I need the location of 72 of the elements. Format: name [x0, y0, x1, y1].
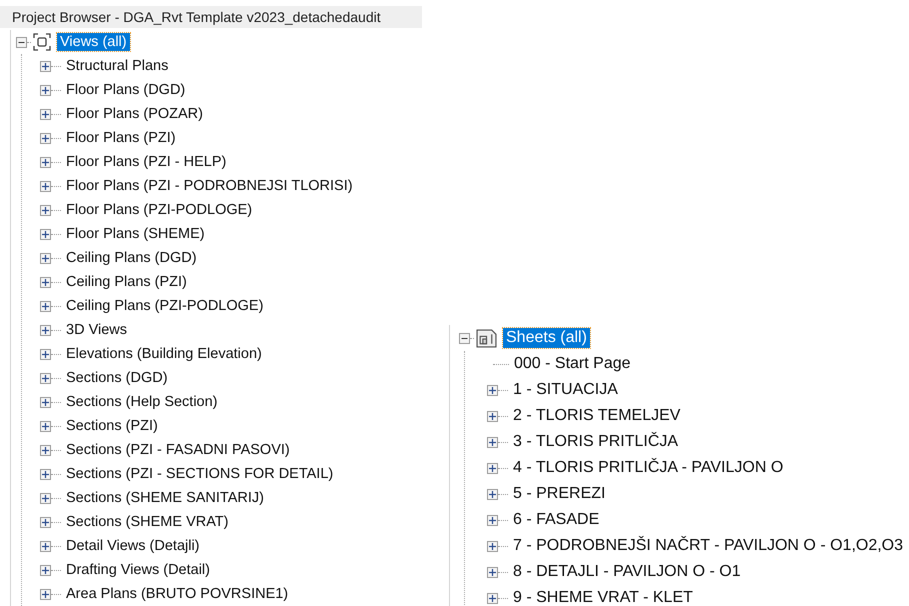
window-title: Project Browser - DGA_Rvt Template v2023_detachedaudit	[0, 6, 422, 28]
tree-item[interactable]: Floor Plans (POZAR)	[63, 105, 206, 123]
tree-item[interactable]: Ceiling Plans (DGD)	[63, 249, 200, 267]
expand-icon[interactable]	[487, 488, 498, 500]
tree-item[interactable]: Floor Plans (PZI - HELP)	[63, 153, 230, 171]
expand-icon[interactable]	[487, 566, 498, 578]
expand-icon[interactable]	[40, 156, 51, 168]
expand-icon[interactable]	[40, 420, 51, 432]
expand-icon[interactable]	[487, 462, 498, 474]
tree-item[interactable]: Floor Plans (PZI - PODROBNEJSI TLORISI)	[63, 177, 356, 195]
collapse-icon[interactable]	[16, 36, 27, 48]
collapse-icon[interactable]	[459, 332, 470, 344]
sheet-icon	[476, 328, 497, 348]
frame-icon	[33, 33, 51, 51]
expand-icon[interactable]	[40, 204, 51, 216]
tree-item[interactable]: 9 - SHEME VRAT - KLET	[510, 588, 696, 606]
tree-item[interactable]: 1 - SITUACIJA	[510, 380, 621, 400]
expand-icon[interactable]	[487, 410, 498, 422]
tree-item[interactable]: Ceiling Plans (PZI)	[63, 273, 190, 291]
tree-item[interactable]: 8 - DETAJLI - PAVILJON O - O1	[510, 562, 744, 582]
tree-item[interactable]: Sections (PZI - FASADNI PASOVI)	[63, 441, 293, 459]
tree-item[interactable]: 7 - PODROBNEJŠI NAČRT - PAVILJON O - O1,O2,O3	[510, 536, 906, 556]
expand-icon[interactable]	[40, 396, 51, 408]
expand-icon[interactable]	[40, 468, 51, 480]
tree-item[interactable]: Sections (PZI)	[63, 417, 161, 435]
tree-item[interactable]: 2 - TLORIS TEMELJEV	[510, 406, 684, 426]
expand-icon[interactable]	[487, 384, 498, 396]
tree-item[interactable]: Sheets (all)	[503, 328, 590, 348]
expand-icon[interactable]	[40, 588, 51, 600]
tree-item[interactable]: Floor Plans (SHEME)	[63, 225, 208, 243]
expand-icon[interactable]	[40, 372, 51, 384]
tree-item[interactable]: Elevations (Building Elevation)	[63, 345, 265, 363]
expand-icon[interactable]	[40, 180, 51, 192]
tree-item[interactable]: Structural Plans	[63, 57, 172, 75]
expand-icon[interactable]	[40, 348, 51, 360]
expand-icon[interactable]	[487, 540, 498, 552]
expand-icon[interactable]	[40, 84, 51, 96]
tree-item[interactable]: 6 - FASADE	[510, 510, 602, 530]
expand-icon[interactable]	[40, 252, 51, 264]
tree-item[interactable]: Views (all)	[57, 33, 130, 51]
expand-icon[interactable]	[40, 492, 51, 504]
expand-icon[interactable]	[40, 324, 51, 336]
tree-item[interactable]: Area Plans (BRUTO POVRSINE1)	[63, 585, 292, 603]
expand-icon[interactable]	[487, 592, 498, 604]
expand-icon[interactable]	[487, 514, 498, 526]
tree-item[interactable]: Ceiling Plans (PZI-PODLOGE)	[63, 297, 266, 315]
tree-item[interactable]: Floor Plans (DGD)	[63, 81, 188, 99]
tree-item[interactable]: Drafting Views (Detail)	[63, 561, 213, 579]
expand-icon[interactable]	[40, 564, 51, 576]
expand-icon[interactable]	[40, 444, 51, 456]
expand-icon[interactable]	[40, 516, 51, 528]
tree-item[interactable]: Sections (PZI - SECTIONS FOR DETAIL)	[63, 465, 336, 483]
tree-item[interactable]: 4 - TLORIS PRITLIČJA - PAVILJON O	[510, 458, 786, 478]
expand-icon[interactable]	[40, 540, 51, 552]
tree-item[interactable]: Sections (SHEME SANITARIJ)	[63, 489, 267, 507]
tree-item[interactable]: 000 - Start Page	[511, 354, 634, 374]
expand-icon[interactable]	[40, 132, 51, 144]
expand-icon[interactable]	[40, 276, 51, 288]
tree-item[interactable]: Sections (SHEME VRAT)	[63, 513, 232, 531]
expand-icon[interactable]	[487, 436, 498, 448]
expand-icon[interactable]	[40, 108, 51, 120]
tree-item[interactable]: Sections (DGD)	[63, 369, 171, 387]
tree-item[interactable]: 5 - PREREZI	[510, 484, 608, 504]
expand-icon[interactable]	[40, 60, 51, 72]
tree-item[interactable]: 3 - TLORIS PRITLIČJA	[510, 432, 682, 452]
tree-item[interactable]: Floor Plans (PZI)	[63, 129, 179, 147]
expand-icon[interactable]	[40, 228, 51, 240]
expand-icon[interactable]	[40, 300, 51, 312]
tree-item[interactable]: 3D Views	[63, 321, 130, 339]
tree-item[interactable]: Detail Views (Detajli)	[63, 537, 202, 555]
tree-item[interactable]: Floor Plans (PZI-PODLOGE)	[63, 201, 256, 219]
tree-item[interactable]: Sections (Help Section)	[63, 393, 221, 411]
